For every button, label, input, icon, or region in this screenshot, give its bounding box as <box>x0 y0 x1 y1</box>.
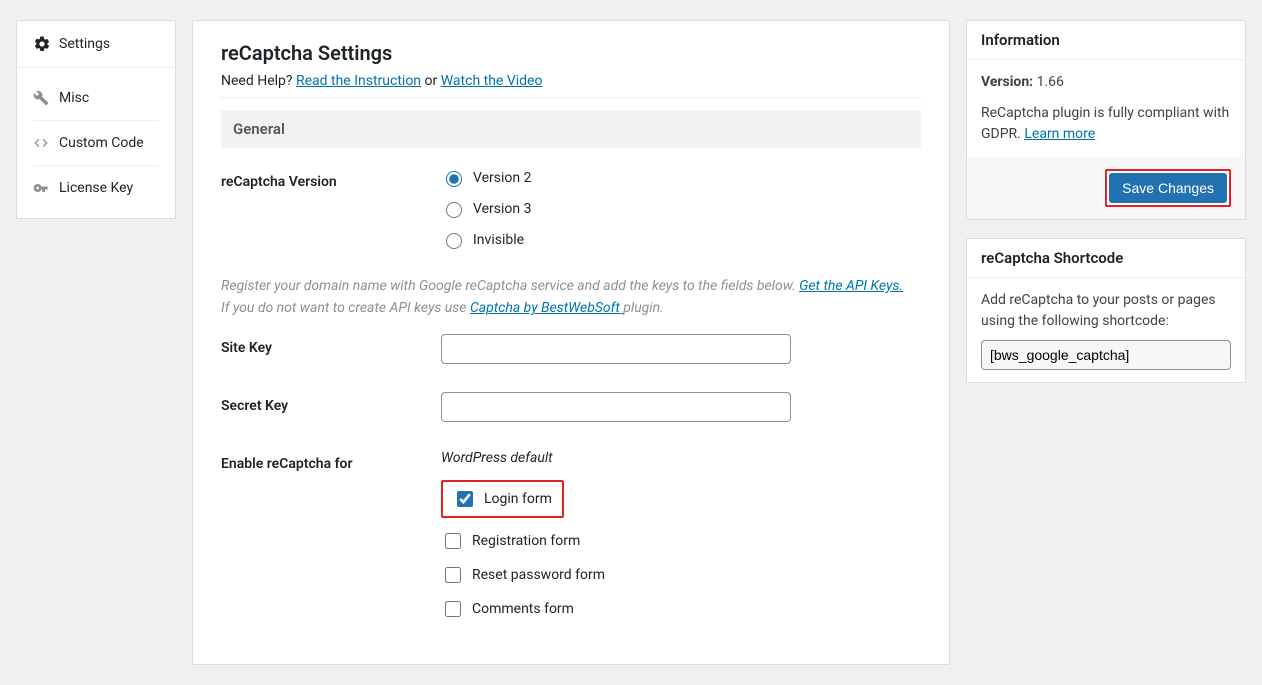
checkbox-comments-form-row[interactable]: Comments form <box>441 598 921 620</box>
radio-invisible[interactable]: Invisible <box>441 230 921 249</box>
sidebar-header: Settings <box>17 21 175 68</box>
wrench-icon <box>33 90 49 106</box>
site-key-input[interactable] <box>441 334 791 364</box>
gear-icon <box>33 35 51 53</box>
watch-video-link[interactable]: Watch the Video <box>441 73 543 89</box>
information-title: Information <box>967 21 1245 60</box>
sidebar-item-custom-code[interactable]: Custom Code <box>17 121 175 165</box>
radio-invisible-input[interactable] <box>446 233 462 249</box>
radio-label: Version 3 <box>473 201 531 217</box>
radio-version-3[interactable]: Version 3 <box>441 199 921 218</box>
shortcode-card: reCaptcha Shortcode Add reCaptcha to you… <box>966 238 1246 383</box>
checkbox-label: Registration form <box>472 533 580 549</box>
main-content: reCaptcha Settings Need Help? Read the I… <box>192 20 950 665</box>
recaptcha-version-label: reCaptcha Version <box>221 168 441 261</box>
secret-key-input[interactable] <box>441 392 791 422</box>
page-title: reCaptcha Settings <box>221 41 921 65</box>
site-key-label: Site Key <box>221 334 441 364</box>
radio-version-2[interactable]: Version 2 <box>441 168 921 187</box>
radio-label: Invisible <box>473 232 524 248</box>
settings-sidebar: Settings Misc Custom Code <box>16 20 176 665</box>
secret-key-label: Secret Key <box>221 392 441 422</box>
help-line: Need Help? Read the Instruction or Watch… <box>221 73 921 98</box>
get-api-keys-link[interactable]: Get the API Keys. <box>799 278 903 294</box>
enable-subhead: WordPress default <box>441 450 921 466</box>
sidebar-item-label: License Key <box>59 180 133 196</box>
checkbox-reset-password-form[interactable] <box>445 567 461 583</box>
shortcode-text: Add reCaptcha to your posts or pages usi… <box>981 290 1231 332</box>
sidebar-item-misc[interactable]: Misc <box>17 76 175 120</box>
checkbox-label: Reset password form <box>472 567 605 583</box>
help-or: or <box>421 73 441 89</box>
sidebar-item-label: Misc <box>59 90 89 106</box>
radio-version-2-input[interactable] <box>446 171 462 187</box>
api-keys-note: Register your domain name with Google re… <box>221 275 921 320</box>
save-changes-button[interactable]: Save Changes <box>1109 173 1227 203</box>
checkbox-registration-form[interactable] <box>445 533 461 549</box>
help-prefix: Need Help? <box>221 73 296 89</box>
code-icon <box>33 135 49 151</box>
checkbox-comments-form[interactable] <box>445 601 461 617</box>
information-card: Information Version: 1.66 ReCaptcha plug… <box>966 20 1246 220</box>
checkbox-label: Login form <box>484 491 552 507</box>
checkbox-reset-password-form-row[interactable]: Reset password form <box>441 564 921 586</box>
gdpr-text: ReCaptcha plugin is fully compliant with… <box>981 105 1229 142</box>
key-icon <box>33 180 49 196</box>
version-value: 1.66 <box>1037 74 1064 90</box>
checkbox-label: Comments form <box>472 601 574 617</box>
version-label: Version: <box>981 74 1033 90</box>
checkbox-login-form[interactable] <box>457 491 473 507</box>
radio-version-3-input[interactable] <box>446 202 462 218</box>
sidebar-item-license-key[interactable]: License Key <box>17 166 175 210</box>
checkbox-registration-form-row[interactable]: Registration form <box>441 530 921 552</box>
shortcode-title: reCaptcha Shortcode <box>967 239 1245 278</box>
section-heading-general: General <box>221 110 921 148</box>
sidebar-title: Settings <box>59 36 110 52</box>
shortcode-input[interactable] <box>981 340 1231 370</box>
highlighted-save-box: Save Changes <box>1105 169 1231 207</box>
right-column: Information Version: 1.66 ReCaptcha plug… <box>966 20 1246 665</box>
sidebar-item-label: Custom Code <box>59 135 144 151</box>
highlighted-login-form-box: Login form <box>441 480 564 518</box>
radio-label: Version 2 <box>473 170 531 186</box>
recaptcha-version-group: Version 2 Version 3 Invisible <box>441 168 921 261</box>
read-instruction-link[interactable]: Read the Instruction <box>296 73 421 89</box>
captcha-bws-link[interactable]: Captcha by BestWebSoft <box>470 300 623 316</box>
enable-recaptcha-label: Enable reCaptcha for <box>221 450 441 632</box>
learn-more-link[interactable]: Learn more <box>1024 126 1095 142</box>
